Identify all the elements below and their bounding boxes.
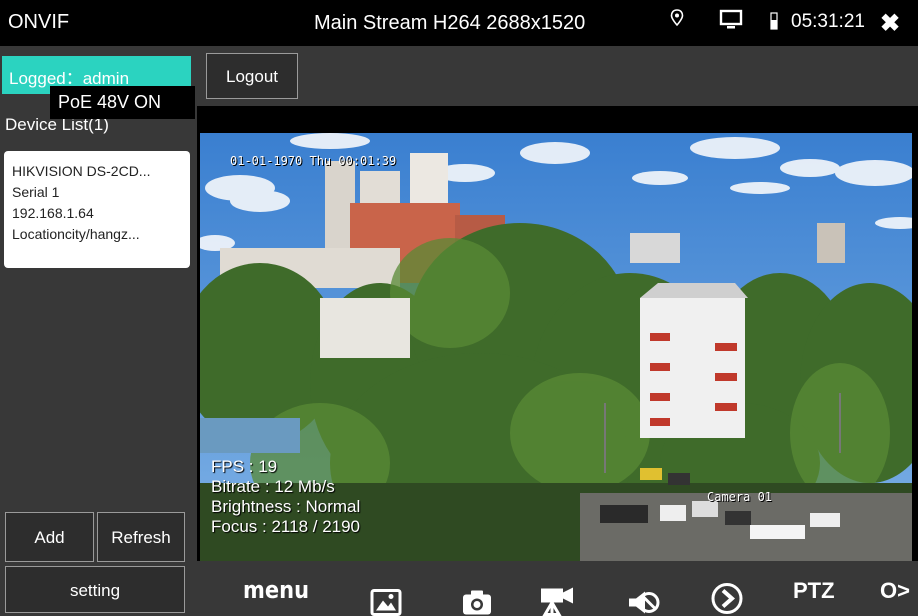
camera-icon[interactable]	[461, 575, 493, 616]
add-button[interactable]: Add	[5, 512, 94, 562]
stream-stats: FPS : 19 Bitrate : 12 Mb/s Brightness : …	[211, 457, 360, 537]
app-title: ONVIF	[8, 11, 70, 33]
monitor-icon	[719, 9, 743, 29]
device-location: Locationcity/hangz...	[12, 226, 140, 242]
image-icon[interactable]	[370, 575, 402, 616]
device-list-item[interactable]: HIKVISION DS-2CD... Serial 1 192.168.1.6…	[4, 151, 190, 268]
mute-icon[interactable]	[627, 575, 661, 616]
focus-readout: Focus : 2118 / 2190	[211, 517, 361, 536]
device-name: HIKVISION DS-2CD...	[12, 163, 151, 179]
status-bar: ONVIF Main Stream H264 2688x1520 05:31:2…	[0, 0, 918, 46]
location-icon	[670, 9, 684, 27]
device-serial: Serial 1	[12, 184, 60, 200]
menu-button[interactable]: menu	[243, 576, 309, 604]
battery-icon	[770, 12, 778, 30]
video-feed[interactable]: 01-01-1970 Thu 00:01:39 Camera 01 FPS : …	[200, 133, 912, 561]
close-icon[interactable]: ✖	[880, 9, 900, 38]
bitrate-readout: Bitrate : 12 Mb/s	[211, 477, 335, 496]
more-button[interactable]: O>	[880, 578, 910, 604]
setting-button[interactable]: setting	[5, 566, 185, 613]
sidebar: Logged：admin Device List(1) PoE 48V ON H…	[0, 46, 197, 616]
video-area: 01-01-1970 Thu 00:01:39 Camera 01 FPS : …	[197, 106, 918, 561]
osd-camera-name: Camera 01	[707, 490, 773, 504]
main-top-bar: Logout	[197, 46, 918, 106]
clock: 05:31:21	[791, 11, 865, 32]
osd-timestamp: 01-01-1970 Thu 00:01:39	[230, 154, 397, 168]
play-icon[interactable]	[710, 571, 744, 616]
fps-readout: FPS : 19	[211, 457, 278, 476]
brightness-readout: Brightness : Normal	[211, 497, 361, 516]
poe-status: PoE 48V ON	[50, 86, 195, 119]
bottom-toolbar: menu PTZ O>	[197, 561, 918, 616]
refresh-button[interactable]: Refresh	[97, 512, 185, 562]
ptz-button[interactable]: PTZ	[793, 578, 835, 604]
stream-title: Main Stream H264 2688x1520	[314, 12, 586, 34]
device-ip: 192.168.1.64	[12, 205, 94, 221]
video-record-icon[interactable]	[539, 573, 575, 616]
logout-button[interactable]: Logout	[206, 53, 298, 99]
